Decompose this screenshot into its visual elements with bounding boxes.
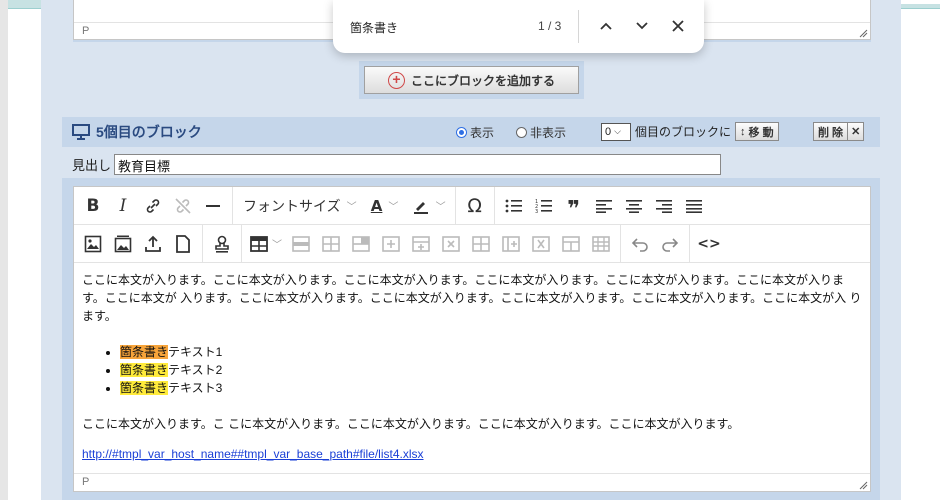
chevron-down-icon: ﹀ <box>346 202 357 213</box>
close-icon[interactable] <box>665 13 691 39</box>
stamp-icon[interactable] <box>207 229 237 259</box>
show-label: 表示 <box>470 126 495 140</box>
hide-radio[interactable] <box>516 127 528 138</box>
text-color-icon[interactable]: A ﹀ <box>363 191 407 221</box>
order-suffix-label: 個目のブロックに <box>635 125 732 139</box>
table-insert-column-after-icon[interactable] <box>496 229 526 259</box>
align-center-icon[interactable] <box>619 191 649 221</box>
redo-icon[interactable] <box>655 229 685 259</box>
font-size-dropdown[interactable]: フォントサイズ ﹀ <box>237 196 363 216</box>
delete-x-button[interactable]: ✕ <box>848 122 865 141</box>
table-split-cell-icon[interactable] <box>556 229 586 259</box>
bullet-list: 箇条書きテキスト1 箇条書きテキスト2 箇条書きテキスト3 <box>120 343 862 397</box>
list-item: 箇条書きテキスト2 <box>120 361 862 379</box>
editor-status-path: P <box>74 473 870 491</box>
special-character-icon[interactable]: Ω <box>460 191 490 221</box>
chevron-down-icon: ﹀ <box>435 202 446 213</box>
table-insert-row-before-icon[interactable] <box>376 229 406 259</box>
chevron-down-icon: ﹀ <box>388 202 399 213</box>
add-block-button[interactable]: + ここにブロックを追加する <box>364 66 579 94</box>
search-match-current: 箇条書き <box>120 345 169 359</box>
table-insert-column-before-icon[interactable] <box>466 229 496 259</box>
body-paragraph: ここに本文が入ります。ここに本文が入ります。ここに本文が入ります。ここに本文が入… <box>82 273 862 323</box>
align-justify-icon[interactable] <box>679 191 709 221</box>
media-gallery-icon[interactable] <box>108 229 138 259</box>
svg-text:3: 3 <box>535 209 538 214</box>
table-icon[interactable]: ﹀ <box>246 229 286 259</box>
table-delete-column-icon[interactable] <box>526 229 556 259</box>
find-match-count: 1 / 3 <box>538 19 562 33</box>
highlight-color-icon[interactable]: ﹀ <box>407 191 451 221</box>
table-delete-icon[interactable] <box>586 229 616 259</box>
search-match: 箇条書き <box>120 381 169 395</box>
table-delete-row-icon[interactable] <box>436 229 466 259</box>
chevron-down-icon: ⌵ <box>614 126 621 136</box>
resize-handle-icon[interactable] <box>859 29 868 38</box>
previous-match-icon[interactable] <box>593 13 619 39</box>
align-left-icon[interactable] <box>589 191 619 221</box>
editor-content[interactable]: ここに本文が入ります。ここに本文が入ります。ここに本文が入ります。ここに本文が入… <box>82 271 862 463</box>
table-merge-cells-icon[interactable] <box>346 229 376 259</box>
search-match: 箇条書き <box>120 363 169 377</box>
horizontal-line-icon[interactable] <box>198 191 228 221</box>
heading-row: 見出し 教育目標 <box>62 150 880 178</box>
left-edge <box>0 0 8 500</box>
add-block-area: + ここにブロックを追加する <box>359 61 584 99</box>
page: P + ここにブロックを追加する 5個目のブロック 表示 非表示 0 ⌵ 個目の… <box>0 0 940 500</box>
body-paragraph: ここに本文が入ります。こ こに本文が入ります。ここに本文が入ります。ここに本文が… <box>82 417 740 431</box>
upload-icon[interactable] <box>138 229 168 259</box>
find-bar: 箇条書き 1 / 3 <box>333 0 704 53</box>
link-icon[interactable] <box>138 191 168 221</box>
move-button[interactable]: ↕ 移 動 <box>735 122 779 141</box>
list-item: 箇条書きテキスト3 <box>120 379 862 397</box>
up-down-arrow-icon: ↕ <box>740 125 746 138</box>
find-query[interactable]: 箇条書き <box>350 19 398 36</box>
numbered-list-icon[interactable]: 123 <box>529 191 559 221</box>
source-code-icon[interactable]: <> <box>694 229 724 259</box>
toolbar-row-2: ﹀ <> <box>74 224 870 263</box>
bold-icon[interactable]: B <box>78 191 108 221</box>
plus-circle-icon: + <box>387 71 405 89</box>
delete-button[interactable]: 削 除 <box>813 122 849 141</box>
block-order-select[interactable]: 0 ⌵ <box>601 122 631 141</box>
table-insert-row-after-icon[interactable] <box>406 229 436 259</box>
rich-text-editor: B I フォントサイズ ﹀ A ﹀ ﹀ Ω 1 2 3 ❞ ﹀ <> ここに本文… <box>73 186 871 492</box>
bulleted-list-icon[interactable] <box>499 191 529 221</box>
resize-handle-icon[interactable] <box>859 481 868 490</box>
block-header: 5個目のブロック 表示 非表示 0 ⌵ 個目のブロックに ↕ 移 動 削 除 ✕ <box>62 117 880 147</box>
find-divider <box>578 10 579 43</box>
file-icon[interactable] <box>168 229 198 259</box>
heading-input[interactable]: 教育目標 <box>114 153 722 175</box>
editor-frame: B I フォントサイズ ﹀ A ﹀ ﹀ Ω 1 2 3 ❞ ﹀ <> ここに本文… <box>62 178 880 500</box>
table-row-properties-icon[interactable] <box>286 229 316 259</box>
monitor-icon <box>72 124 90 140</box>
hide-label: 非表示 <box>530 126 567 140</box>
close-icon: ✕ <box>851 126 861 138</box>
blockquote-icon[interactable]: ❞ <box>559 191 589 221</box>
undo-icon[interactable] <box>625 229 655 259</box>
next-match-icon[interactable] <box>629 13 655 39</box>
chevron-down-icon: ﹀ <box>272 240 282 251</box>
list-item: 箇条書きテキスト1 <box>120 343 862 361</box>
add-block-label: ここにブロックを追加する <box>410 73 555 88</box>
image-icon[interactable] <box>78 229 108 259</box>
show-radio[interactable] <box>456 127 467 138</box>
block-title: 5個目のブロック <box>96 124 202 140</box>
italic-icon[interactable]: I <box>108 191 138 221</box>
table-cell-properties-icon[interactable] <box>316 229 346 259</box>
unlink-icon[interactable] <box>168 191 198 221</box>
file-link[interactable]: http://#tmpl_var_host_name##tmpl_var_bas… <box>82 445 862 463</box>
align-right-icon[interactable] <box>649 191 679 221</box>
heading-label: 見出し <box>72 157 112 173</box>
toolbar-row-1: B I フォントサイズ ﹀ A ﹀ ﹀ Ω 1 2 3 ❞ <box>74 186 870 225</box>
